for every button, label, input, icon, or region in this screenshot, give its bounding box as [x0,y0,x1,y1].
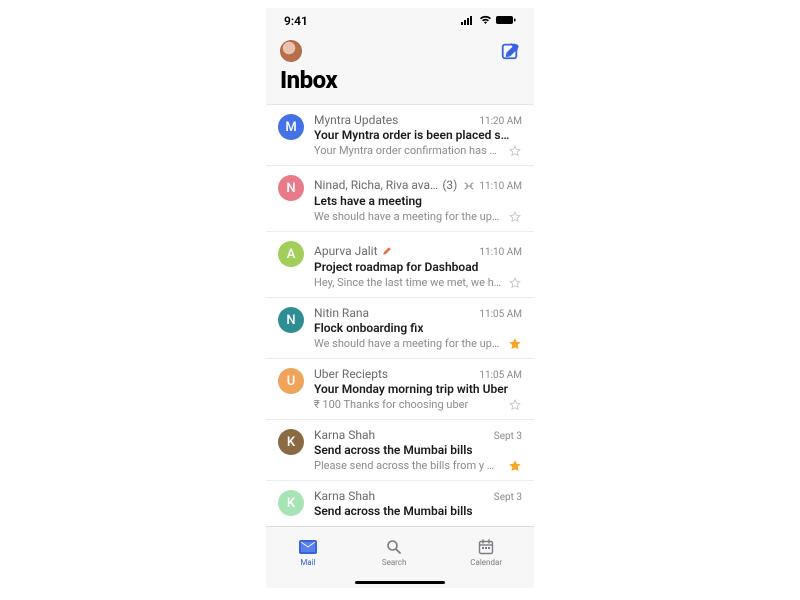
status-time: 9:41 [284,14,308,28]
tab-bar: Mail Search Calendar [266,526,534,576]
sender-name: Ninad, Richa, Riva availa… [314,178,438,192]
sender-avatar: K [278,429,304,455]
email-row[interactable]: A Apurva Jalit 11:10 AM Project roadmap for… [266,232,534,298]
star-icon[interactable] [508,275,522,289]
sender-avatar: K [278,490,304,516]
email-subject: Lets have a meeting [314,194,514,208]
tab-search[interactable]: Search [382,539,407,567]
page-title: Inbox [266,64,534,104]
email-body: Uber Reciepts 11:05 AMYour Monday morning… [314,367,522,411]
tab-mail[interactable]: Mail [298,539,318,567]
email-subject: Your Myntra order is been placed suc… [314,128,514,142]
email-subject: Your Monday morning trip with Uber [314,382,514,396]
email-time: 11:05 AM [479,370,522,381]
email-subject: Project roadmap for Dashboad [314,260,514,274]
thread-icon [461,174,475,193]
star-icon[interactable] [508,397,522,411]
email-preview: ₹ 100 Thanks for choosing uber [314,398,502,411]
star-icon[interactable] [508,458,522,472]
search-icon [386,539,402,557]
tab-label: Calendar [470,558,502,567]
sender-name: Apurva Jalit [314,244,378,258]
draft-icon [382,240,392,259]
email-subject: Flock onboarding fix [314,321,514,335]
sender-avatar: M [278,114,304,140]
sender-name: Karna Shah [314,428,375,442]
email-time: 11:10 AM [479,181,522,192]
email-body: Apurva Jalit 11:10 AM Project roadmap for … [314,240,522,289]
wifi-icon [479,14,492,28]
battery-icon [496,14,516,28]
email-body: Karna Shah Sept 3Send across the Mumbai b… [314,489,522,518]
email-row[interactable]: K Karna Shah Sept 3Send across the Mumbai … [266,481,534,526]
calendar-icon [478,539,494,557]
email-preview: Please send across the bills from y … [314,459,502,472]
sender-avatar: N [278,307,304,333]
email-preview: Your Myntra order confirmation has b… [314,144,502,157]
email-row[interactable]: U Uber Reciepts 11:05 AMYour Monday mornin… [266,359,534,420]
status-bar: 9:41 [266,8,534,34]
tab-label: Mail [300,558,315,567]
email-time: 11:20 AM [479,116,522,127]
star-icon[interactable] [508,143,522,157]
email-body: Myntra Updates11:20 AMYour Myntra order … [314,113,522,157]
sender-avatar: U [278,368,304,394]
email-subject: Send across the Mumbai bills [314,504,514,518]
status-indicators [461,14,516,28]
header-row [266,34,534,64]
email-subject: Send across the Mumbai bills [314,443,514,457]
email-body: Karna Shah Sept 3Send across the Mumbai b… [314,428,522,472]
sender-name: Myntra Updates [314,113,398,127]
mail-icon [298,539,318,557]
sender-avatar: A [278,241,304,267]
sender-name: Karna Shah [314,489,375,503]
email-row[interactable]: N Nitin Rana 11:05 AMFlock onboarding fix W… [266,298,534,359]
profile-avatar[interactable] [280,40,302,62]
email-time: Sept 3 [494,492,522,503]
thread-count: (3) [442,178,457,192]
email-row[interactable]: N Ninad, Richa, Riva availa… (3) 11:10 AM Le… [266,166,534,232]
email-preview: We should have a meeting for the up… [314,337,502,350]
phone-frame: 9:41 Inbox MMyntra Updates11:20 AMYour M… [266,8,534,588]
email-body: Ninad, Richa, Riva availa… (3) 11:10 AM Let… [314,174,522,223]
email-time: Sept 3 [494,431,522,442]
sender-name: Uber Reciepts [314,367,388,381]
tab-calendar[interactable]: Calendar [470,539,502,567]
star-icon[interactable] [508,209,522,223]
email-time: 11:10 AM [479,247,522,258]
sender-name: Nitin Rana [314,306,369,320]
email-time: 11:05 AM [479,309,522,320]
email-body: Nitin Rana 11:05 AMFlock onboarding fix We… [314,306,522,350]
email-row[interactable]: K Karna Shah Sept 3Send across the Mumbai … [266,420,534,481]
home-indicator[interactable] [266,576,534,588]
cellular-icon [461,14,475,28]
sender-avatar: N [278,175,304,201]
star-icon[interactable] [508,336,522,350]
email-preview: Hey, Since the last time we met, we h… [314,276,502,289]
email-list[interactable]: MMyntra Updates11:20 AMYour Myntra order… [266,104,534,526]
email-preview: We should have a meeting for the up… [314,210,502,223]
tab-label: Search [382,558,407,567]
email-row[interactable]: MMyntra Updates11:20 AMYour Myntra order… [266,105,534,166]
compose-icon[interactable] [500,41,520,61]
